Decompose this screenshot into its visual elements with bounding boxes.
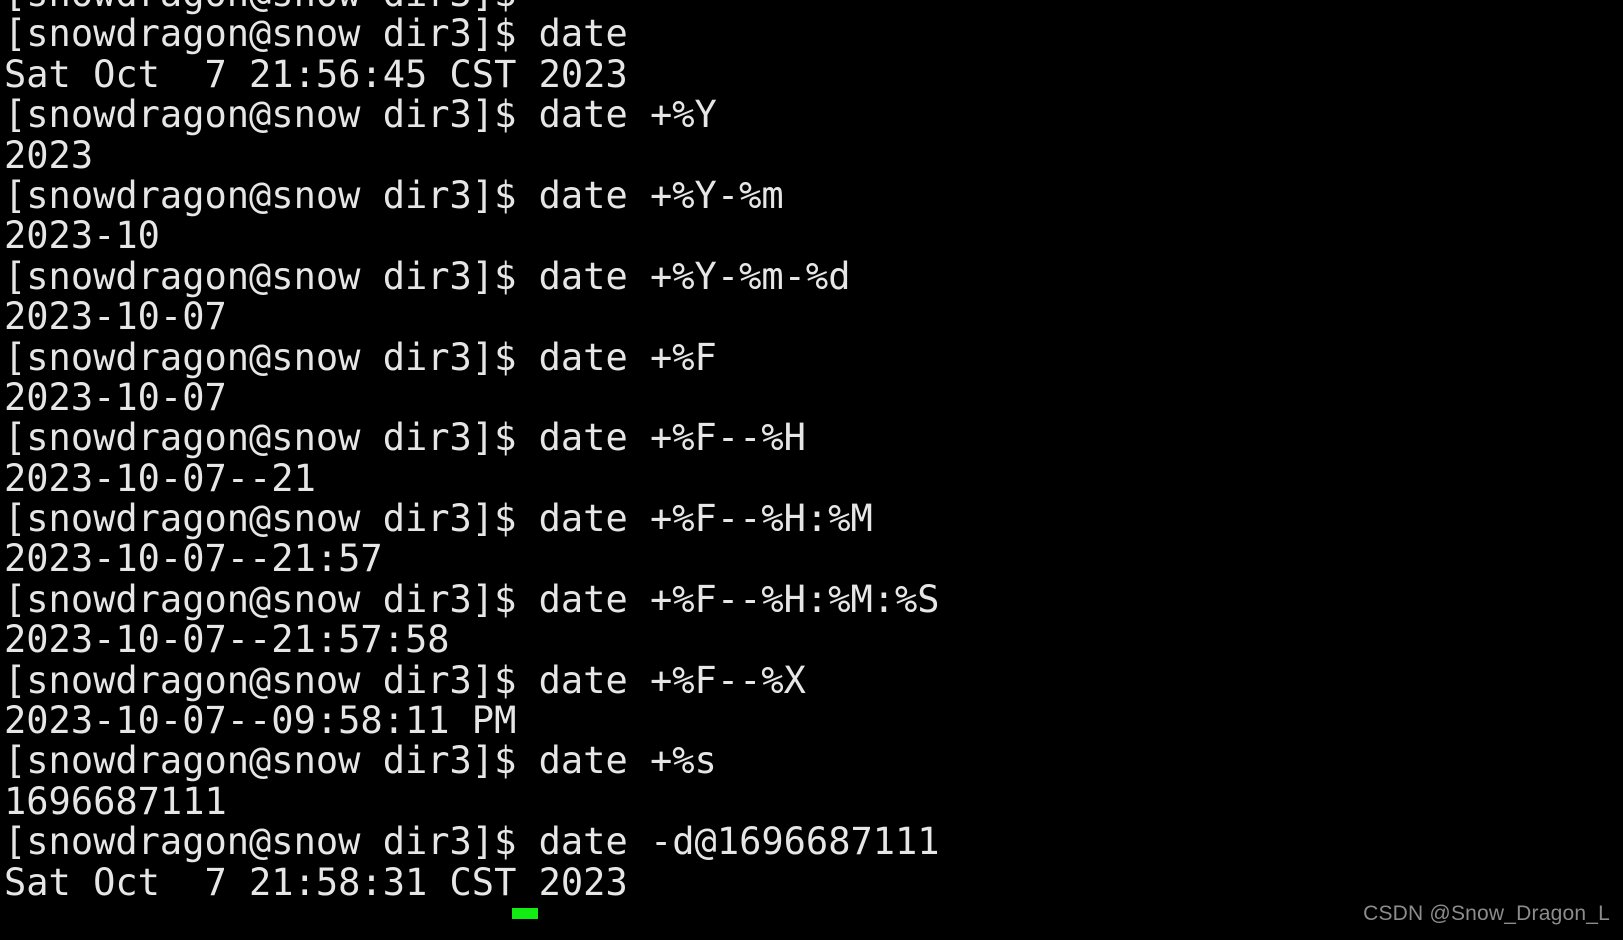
terminal-prompt-line: [snowdragon@snow dir3]$ date +%F--%H:%M <box>4 497 873 541</box>
terminal-output-line: 1696687111 <box>4 779 227 823</box>
terminal-window[interactable]: [snowdragon@snow dir3]$[snowdragon@snow … <box>0 0 1623 940</box>
terminal-prompt-line: [snowdragon@snow dir3]$ date +%F--%H:%M:… <box>4 577 940 621</box>
terminal-output-line: 2023-10-07--21 <box>4 456 316 500</box>
terminal-prompt-line: [snowdragon@snow dir3]$ date +%F <box>4 335 717 379</box>
terminal-output-line: Sat Oct 7 21:58:31 CST 2023 <box>4 860 628 904</box>
terminal-output-line: 2023-10-07--21:57:58 <box>4 618 450 662</box>
terminal-prompt-line: [snowdragon@snow dir3]$ date +%Y <box>4 93 717 137</box>
terminal-prompt-line: [snowdragon@snow dir3]$ date +%F--%X <box>4 658 806 702</box>
terminal-output-line: 2023-10-07--21:57 <box>4 537 383 581</box>
terminal-output-line: 2023-10-07 <box>4 295 227 339</box>
terminal-prompt-line: [snowdragon@snow dir3]$ date +%s <box>4 739 717 783</box>
terminal-prompt-line: [snowdragon@snow dir3]$ date +%Y-%m-%d <box>4 254 851 298</box>
terminal-output-line: 2023-10-07 <box>4 375 227 419</box>
terminal-prompt-line: [snowdragon@snow dir3]$ date -d@16966871… <box>4 820 940 864</box>
csdn-watermark: CSDN @Snow_Dragon_L <box>1363 902 1610 925</box>
terminal-output-buffer: [snowdragon@snow dir3]$[snowdragon@snow … <box>4 0 1623 919</box>
terminal-output-line: 2023 <box>4 133 94 177</box>
terminal-prompt-line: [snowdragon@snow dir3]$ date +%Y-%m <box>4 173 784 217</box>
terminal-output-line: Sat Oct 7 21:56:45 CST 2023 <box>4 52 628 96</box>
terminal-prompt-line: [snowdragon@snow dir3]$ date +%F--%H <box>4 416 806 460</box>
terminal-cursor <box>512 907 538 919</box>
terminal-output-line: 2023-10 <box>4 214 160 258</box>
terminal-prompt-line: [snowdragon@snow dir3]$ date <box>4 12 628 56</box>
terminal-output-line: 2023-10-07--09:58:11 PM <box>4 699 517 743</box>
